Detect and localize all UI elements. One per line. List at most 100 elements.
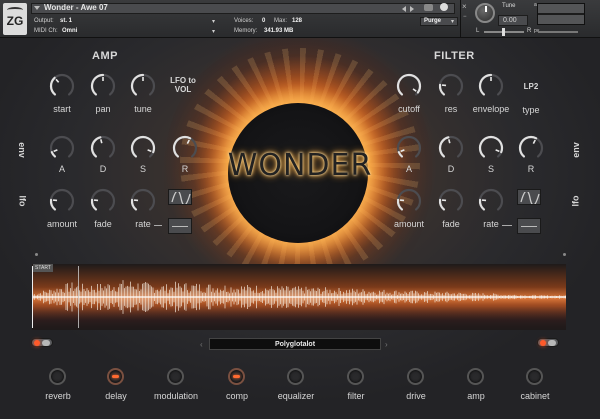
effect-modulation[interactable]: modulation	[146, 364, 206, 410]
filter-type-value[interactable]: LP2	[520, 82, 542, 91]
next-sample-icon[interactable]: ›	[385, 340, 388, 349]
midi-channel-value[interactable]: Omni	[62, 28, 77, 34]
right-power-toggle[interactable]	[537, 338, 559, 347]
reverb-power-button[interactable]	[49, 368, 66, 385]
right-toggle-cap	[548, 340, 556, 346]
amp-env-r-knob[interactable]	[171, 134, 199, 162]
purge-menu[interactable]: Purge ▾	[420, 17, 458, 26]
preset-dropdown-icon	[34, 6, 40, 10]
amp-lfo-wave-button[interactable]	[168, 189, 192, 205]
drive-power-button[interactable]	[407, 368, 424, 385]
prev-sample-icon[interactable]: ‹	[200, 340, 203, 349]
filter-env-r-knob[interactable]	[517, 134, 545, 162]
instrument-header: ZG Wonder - Awe 07 Output: st. 1 MIDI Ch…	[0, 0, 600, 38]
effect-filter[interactable]: filter	[326, 364, 386, 410]
amp-lfo-sync-button[interactable]	[168, 218, 192, 234]
camera-icon[interactable]	[424, 4, 433, 11]
amp-env-d-knob[interactable]	[89, 134, 117, 162]
midi-label: MIDI Ch:	[34, 28, 58, 34]
filter-section-title: FILTER	[434, 50, 475, 62]
preset-name: Wonder - Awe 07	[44, 3, 108, 12]
amp-power-button[interactable]	[467, 368, 484, 385]
amp-lfo-rate-knob[interactable]	[129, 187, 157, 215]
start-marker-label: START	[33, 264, 53, 272]
instrument-logo[interactable]: ZG	[3, 3, 27, 35]
sample-selector[interactable]: Polyglotalot	[209, 338, 381, 350]
filter-lfo-wave-button[interactable]	[517, 189, 541, 205]
voices-value: 0	[262, 18, 266, 24]
filter-env-a-knob[interactable]	[395, 134, 423, 162]
filter-lfo-side-label: lfo	[570, 195, 581, 207]
next-preset-icon[interactable]	[410, 6, 414, 12]
preset-selector[interactable]: Wonder - Awe 07	[31, 3, 455, 14]
cabinet-power-button[interactable]	[526, 368, 543, 385]
amp-tune-knob[interactable]	[129, 72, 157, 100]
filter-envelope-knob[interactable]	[477, 72, 505, 100]
tune-label: Tune	[502, 3, 516, 9]
midi-dropdown-icon[interactable]: ▾	[212, 28, 215, 35]
filter-res-knob[interactable]	[437, 72, 465, 100]
filter-lfo-rate-knob[interactable]	[477, 187, 505, 215]
sample-waveform[interactable]: START	[32, 264, 566, 330]
effect-delay[interactable]: delay	[86, 364, 146, 410]
amp-rate-dash	[154, 225, 162, 226]
effect-equalizer[interactable]: equalizer	[266, 364, 326, 410]
left-toggle-cap	[42, 340, 50, 346]
start-marker[interactable]	[32, 266, 33, 328]
amp-env-a-knob[interactable]	[48, 134, 76, 162]
close-icon[interactable]: ×	[462, 2, 467, 11]
effect-cabinet[interactable]: cabinet	[505, 364, 565, 410]
effect-reverb[interactable]: reverb	[28, 364, 88, 410]
effect-drive[interactable]: drive	[386, 364, 446, 410]
comp-power-button[interactable]	[228, 368, 245, 385]
cabinet-label: cabinet	[520, 391, 550, 401]
amp-tune-label: tune	[134, 104, 152, 114]
effect-amp[interactable]: amp	[446, 364, 506, 410]
pan-slider-thumb[interactable]	[502, 28, 505, 36]
filter-env-d-knob[interactable]	[437, 134, 465, 162]
prev-preset-icon[interactable]	[402, 6, 406, 12]
amp-pan-knob[interactable]	[89, 72, 117, 100]
drive-label: drive	[406, 391, 426, 401]
effect-comp[interactable]: comp	[207, 364, 267, 410]
level-meter	[537, 3, 585, 25]
modulation-power-button[interactable]	[167, 368, 184, 385]
info-icon[interactable]	[440, 3, 448, 11]
amp-start-knob[interactable]	[48, 72, 76, 100]
equalizer-label: equalizer	[277, 391, 315, 401]
waveform-dot-left	[35, 253, 38, 256]
filter-cutoff-knob[interactable]	[395, 72, 423, 100]
filter-lfo-fade-knob[interactable]	[437, 187, 465, 215]
purge-dropdown-icon: ▾	[451, 19, 455, 25]
filter-type-label: type	[522, 105, 540, 115]
comp-label: comp	[225, 391, 248, 401]
voices-label: Voices:	[234, 18, 254, 24]
tune-value-field[interactable]: 0.00	[498, 15, 528, 26]
lfo-target-label[interactable]: LFO to VOL	[166, 76, 200, 94]
amp-label: amp	[467, 391, 485, 401]
filter-env-s-knob[interactable]	[477, 134, 505, 162]
volume-slider[interactable]	[538, 31, 578, 33]
master-tune-knob[interactable]	[475, 3, 495, 23]
amp-env-s-knob[interactable]	[129, 134, 157, 162]
left-power-toggle[interactable]	[31, 338, 53, 347]
filter-lfo-amount-knob[interactable]	[395, 187, 423, 215]
filter-lfo-sync-button[interactable]	[517, 218, 541, 234]
output-value[interactable]: st. 1	[60, 18, 72, 24]
pan-right-label: R	[527, 28, 532, 34]
minimize-icon[interactable]: −	[463, 14, 467, 20]
delay-power-button[interactable]	[107, 368, 124, 385]
output-dropdown-icon[interactable]: ▾	[212, 18, 215, 25]
amp-lfo-amount-knob[interactable]	[48, 187, 76, 215]
equalizer-power-button[interactable]	[287, 368, 304, 385]
reverb-label: reverb	[45, 391, 71, 401]
pan-left-label: L	[476, 28, 480, 34]
filter-power-button[interactable]	[347, 368, 364, 385]
max-voices-value[interactable]: 128	[292, 18, 302, 24]
header-divider	[460, 0, 461, 38]
filter-label: filter	[347, 391, 365, 401]
playhead-line	[78, 266, 79, 328]
amp-lfo-fade-knob[interactable]	[89, 187, 117, 215]
output-label: Output:	[34, 18, 54, 24]
waveform-dot-right	[563, 253, 566, 256]
